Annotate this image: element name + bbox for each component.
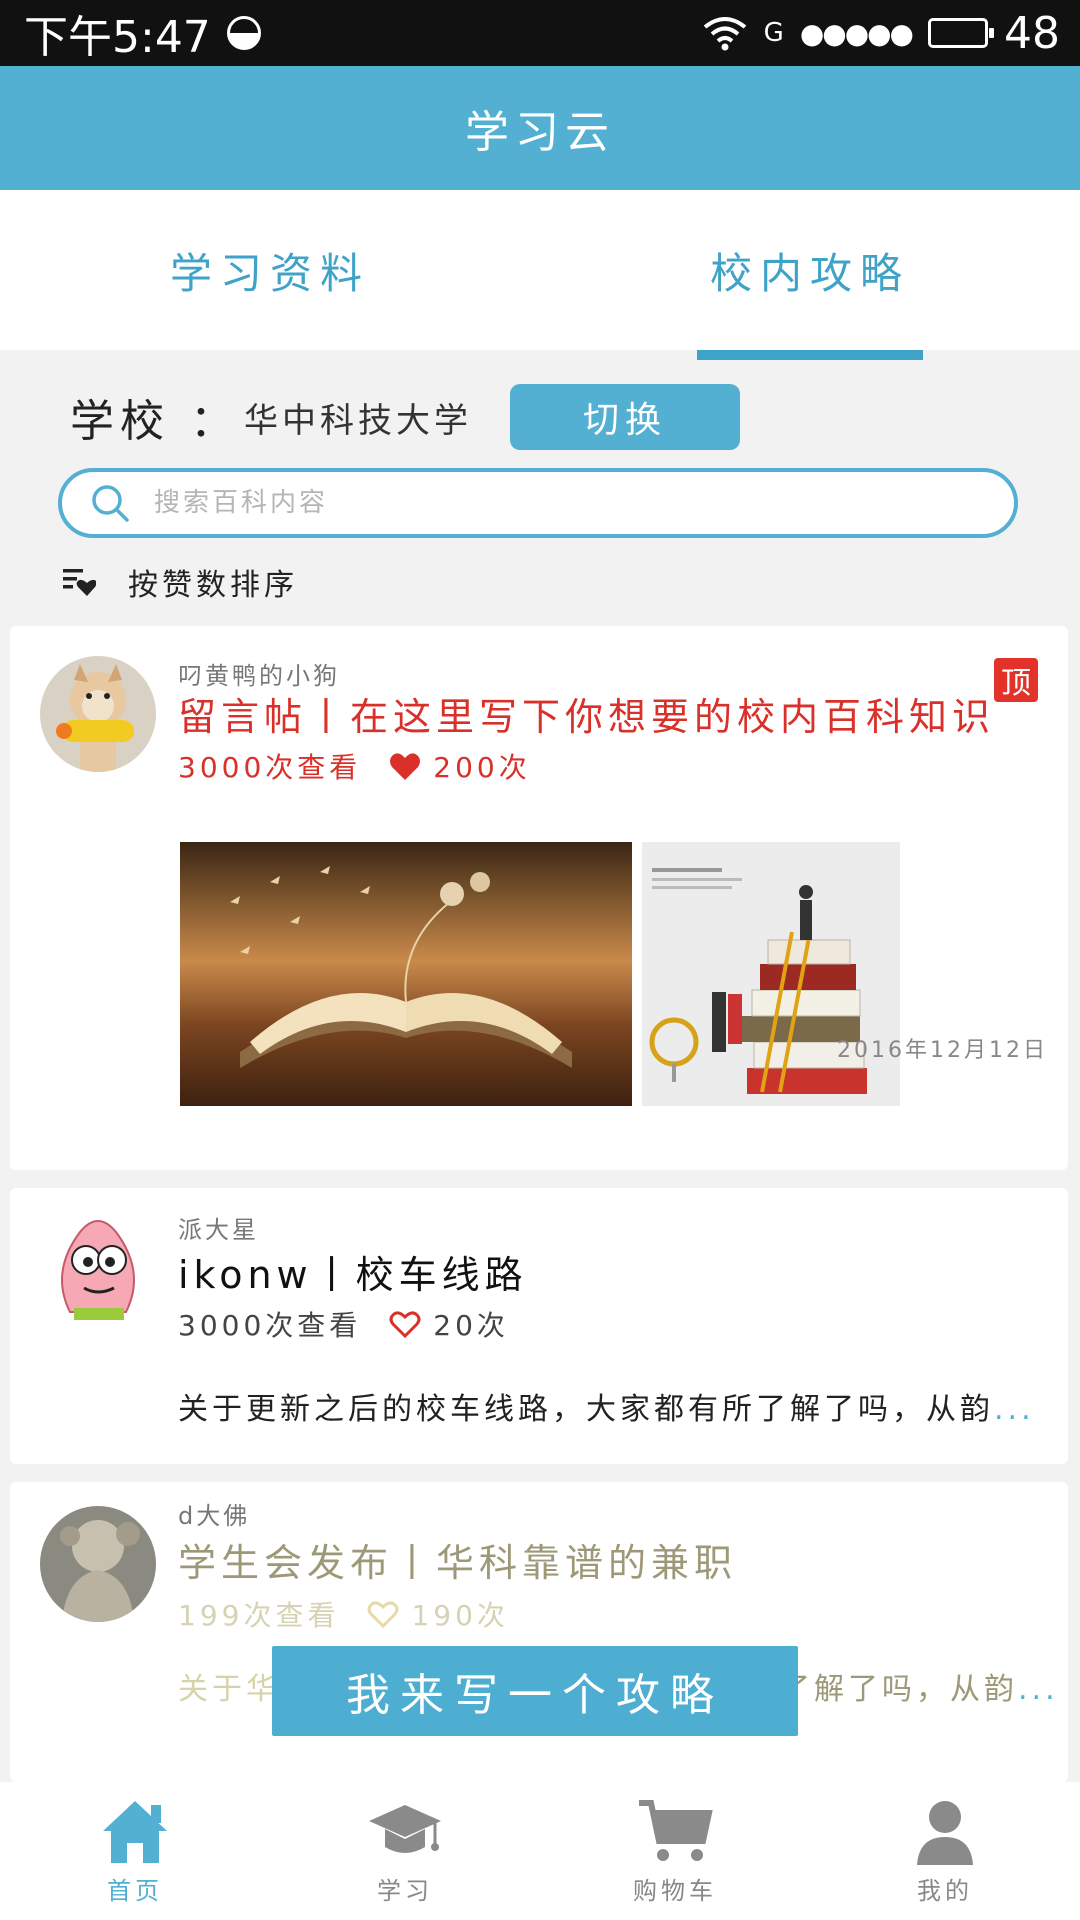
more-ellipsis: ...: [1018, 1672, 1059, 1707]
school-selector: 学校 ： 华中科技大学 切换: [70, 384, 740, 450]
graduation-cap-icon: [369, 1805, 441, 1853]
post-author: d大佛: [178, 1502, 251, 1530]
nav-label: 首页: [107, 1877, 163, 1905]
post-title[interactable]: 留言帖丨在这里写下你想要的校内百科知识: [178, 686, 995, 741]
avatar: [40, 656, 156, 772]
school-label: 学校 ：: [70, 396, 240, 447]
post-excerpt: 关于华: [178, 1664, 280, 1708]
tab-label: 校内攻略: [709, 248, 910, 298]
tab-bar: 学习资料 校内攻略: [0, 190, 1080, 350]
clock: 下午5:47: [24, 12, 211, 63]
post-excerpt-end: 了解了吗，从韵...: [780, 1664, 1059, 1708]
nav-home[interactable]: 首页: [0, 1782, 270, 1920]
sort-by-likes-icon: [63, 569, 96, 596]
signal-strength-icon: ●●●●●: [799, 16, 914, 50]
user-icon: [917, 1801, 973, 1865]
do-not-disturb-icon: [226, 16, 261, 50]
search-icon: [92, 485, 129, 522]
like-count: 200次: [433, 751, 531, 784]
excerpt-text: 关于更新之后的校车线路，大家都有所了解了吗，从韵: [178, 1392, 994, 1427]
sort-control[interactable]: 按赞数排序: [62, 560, 298, 604]
post-author: 派大星: [178, 1216, 259, 1244]
tab-campus-guide[interactable]: 校内攻略: [540, 190, 1080, 350]
app-bar: 学习云: [0, 66, 1080, 190]
avatar: [40, 1212, 156, 1328]
heart-filled-icon[interactable]: [389, 751, 421, 781]
excerpt-text-end: 了解了吗，从韵: [780, 1672, 1018, 1707]
post-stats: 3000次查看 20次: [178, 1304, 509, 1344]
more-ellipsis: ...: [994, 1392, 1035, 1427]
school-name: 华中科技大学: [244, 400, 472, 441]
post-stats: 199次查看 190次: [178, 1594, 509, 1634]
like-count: 20次: [433, 1309, 509, 1342]
like-count: 190次: [411, 1599, 509, 1632]
nav-cart[interactable]: 购物车: [540, 1782, 810, 1920]
post-stats: 3000次查看 200次: [178, 746, 531, 786]
post-image-book-stack[interactable]: [642, 842, 900, 1106]
battery-icon: [928, 18, 994, 48]
search-bar: [58, 468, 1018, 538]
post-title[interactable]: 学生会发布丨华科靠谱的兼职: [178, 1532, 737, 1587]
post-card[interactable]: d大佛 学生会发布丨华科靠谱的兼职 199次查看 190次 关于华 了解了吗，从…: [10, 1482, 1068, 1782]
wifi-icon: [703, 17, 746, 51]
post-excerpt: 关于更新之后的校车线路，大家都有所了解了吗，从韵...: [178, 1384, 1035, 1428]
cart-icon: [639, 1800, 713, 1861]
view-count: 3000次查看: [178, 751, 362, 784]
excerpt-text-start: 关于华: [178, 1672, 280, 1707]
bottom-navigation: 首页 学习 购物车 我的: [0, 1782, 1080, 1920]
view-count: 199次查看: [178, 1599, 340, 1632]
write-guide-button[interactable]: 我来写一个攻略: [272, 1646, 798, 1736]
nav-study[interactable]: 学习: [270, 1782, 540, 1920]
home-icon: [103, 1801, 167, 1863]
switch-school-button[interactable]: 切换: [510, 384, 740, 450]
network-type: G: [763, 18, 784, 48]
heart-outline-icon[interactable]: [367, 1599, 399, 1629]
status-bar: 下午5:47 G ●●●●● 48: [0, 0, 1080, 66]
post-image-open-book[interactable]: [180, 842, 632, 1106]
sort-label: 按赞数排序: [128, 568, 298, 603]
post-date: 2016年12月12日: [837, 1038, 1048, 1063]
nav-label: 购物车: [633, 1877, 717, 1905]
tab-study-materials[interactable]: 学习资料: [0, 190, 540, 350]
post-card[interactable]: 叼黄鸭的小狗 顶 留言帖丨在这里写下你想要的校内百科知识 3000次查看 200…: [10, 626, 1068, 1170]
tab-label: 学习资料: [169, 248, 370, 298]
app-title: 学习云: [465, 107, 615, 158]
nav-label: 学习: [377, 1877, 433, 1905]
heart-outline-icon[interactable]: [389, 1309, 421, 1339]
pinned-badge: 顶: [994, 658, 1038, 702]
post-title[interactable]: ikonw丨校车线路: [178, 1244, 528, 1299]
nav-profile[interactable]: 我的: [810, 1782, 1080, 1920]
battery-level: 48: [1004, 7, 1060, 59]
post-card[interactable]: 派大星 ikonw丨校车线路 3000次查看 20次 关于更新之后的校车线路，大…: [10, 1188, 1068, 1464]
view-count: 3000次查看: [178, 1309, 362, 1342]
nav-label: 我的: [917, 1877, 973, 1905]
avatar: [40, 1506, 156, 1622]
search-input[interactable]: [152, 487, 956, 519]
